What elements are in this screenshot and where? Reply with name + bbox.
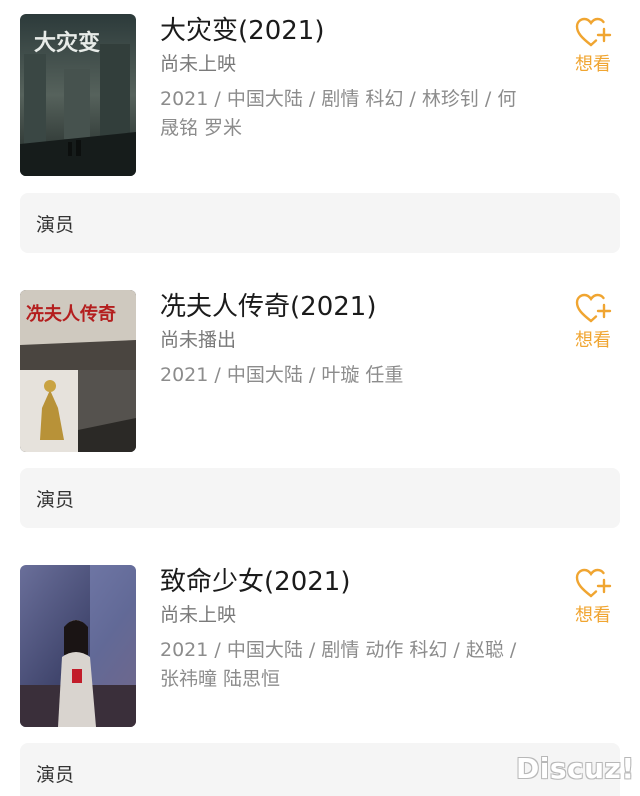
cast-section[interactable]: 演员 <box>20 468 620 528</box>
movie-meta: 2021 / 中国大陆 / 剧情 科幻 / 林珍钊 / 何晟铭 罗米 <box>160 88 517 139</box>
want-to-watch-button[interactable]: 想看 <box>566 567 620 627</box>
heart-plus-icon <box>575 17 612 47</box>
movie-title[interactable]: 冼夫人传奇(2021) <box>160 292 376 322</box>
movie-meta: 2021 / 中国大陆 / 剧情 动作 科幻 / 赵聪 / 张祎曈 陆思恒 <box>160 639 517 690</box>
cast-label: 演员 <box>36 214 75 236</box>
release-status: 尚未上映 <box>160 53 237 75</box>
want-to-watch-label: 想看 <box>575 605 611 626</box>
movie-poster[interactable]: 冼夫人传奇 <box>20 290 136 452</box>
release-status: 尚未播出 <box>160 329 237 351</box>
heart-plus-icon <box>575 293 612 323</box>
heart-plus-icon <box>575 568 612 598</box>
movie-meta: 2021 / 中国大陆 / 叶璇 任重 <box>160 364 404 386</box>
want-to-watch-button[interactable]: 想看 <box>566 292 620 352</box>
want-to-watch-label: 想看 <box>575 54 611 75</box>
movie-year: (2021) <box>290 292 377 322</box>
movie-title-text: 致命少女 <box>160 567 265 597</box>
release-status: 尚未上映 <box>160 604 237 626</box>
movie-year: (2021) <box>238 16 325 46</box>
want-to-watch-label: 想看 <box>575 330 611 351</box>
movie-card: 冼夫人传奇 冼夫人传奇(2021) 尚未播出 2021 / 中国大陆 / 叶璇 … <box>0 290 640 530</box>
movie-title-text: 冼夫人传奇 <box>160 292 291 322</box>
movie-poster[interactable]: 大灾变 <box>20 14 136 176</box>
poster-image-disaster: 大灾变 <box>20 14 136 176</box>
want-to-watch-button[interactable]: 想看 <box>566 16 620 76</box>
movie-title-text: 大灾变 <box>160 16 239 46</box>
cast-label: 演员 <box>36 489 75 511</box>
movie-title[interactable]: 致命少女(2021) <box>160 567 350 597</box>
poster-image-legend: 冼夫人传奇 <box>20 290 136 452</box>
cast-section[interactable]: 演员 <box>20 193 620 253</box>
movie-poster[interactable] <box>20 565 136 727</box>
watermark-logo: Discuz! <box>516 752 635 785</box>
cast-label: 演员 <box>36 764 75 786</box>
movie-title[interactable]: 大灾变(2021) <box>160 16 324 46</box>
movie-year: (2021) <box>264 567 351 597</box>
svg-text:大灾变: 大灾变 <box>34 30 100 56</box>
svg-text:冼夫人传奇: 冼夫人传奇 <box>26 303 116 325</box>
poster-image-girl <box>20 565 136 727</box>
movie-card: 大灾变 大灾变(2021) 尚未上映 2021 / 中国大陆 / 剧情 科幻 /… <box>0 14 640 254</box>
